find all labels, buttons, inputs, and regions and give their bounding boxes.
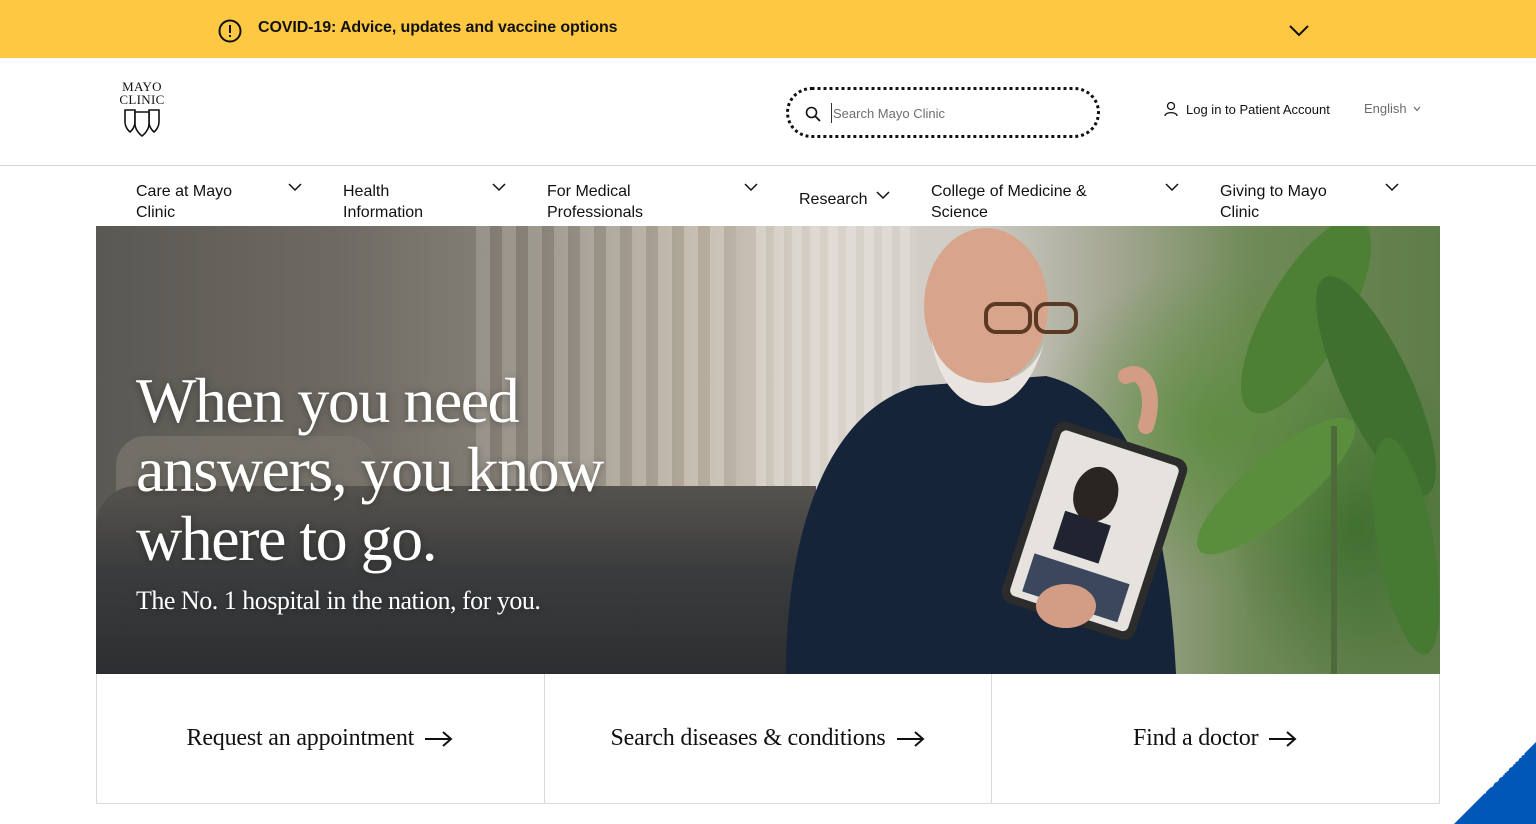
- arrow-right-icon: [425, 730, 453, 747]
- chevron-down-icon[interactable]: [492, 183, 506, 192]
- language-selector[interactable]: English: [1364, 101, 1421, 116]
- exclamation-circle-icon: [218, 19, 242, 43]
- mayo-clinic-logo[interactable]: MAYO CLINIC: [112, 80, 172, 140]
- logo-text-line2: CLINIC: [119, 92, 165, 107]
- chevron-down-icon[interactable]: [1385, 183, 1399, 192]
- nav-item-health-information[interactable]: Health Information: [343, 181, 463, 223]
- quick-link-label: Find a doctor: [1132, 725, 1259, 751]
- login-label: Log in to Patient Account: [1186, 101, 1330, 117]
- search-diseases-conditions-link[interactable]: Search diseases & conditions: [545, 674, 993, 803]
- search-input[interactable]: [831, 103, 1071, 123]
- quick-link-label: Search diseases & conditions: [610, 725, 886, 751]
- arrow-right-icon: [1269, 730, 1297, 747]
- hero-person-image: [786, 228, 1188, 674]
- hero-title: When you need answers, you know where to…: [136, 365, 604, 574]
- find-a-doctor-link[interactable]: Find a doctor: [992, 674, 1439, 803]
- login-link[interactable]: Log in to Patient Account: [1164, 101, 1330, 117]
- hero-subtitle: The No. 1 hospital in the nation, for yo…: [136, 586, 541, 615]
- triple-shield-icon: [124, 109, 160, 137]
- chevron-down-icon[interactable]: [1288, 22, 1310, 38]
- hero-banner: When you need answers, you know where to…: [96, 226, 1440, 674]
- chevron-down-icon[interactable]: [288, 183, 302, 192]
- main-navigation: Care at Mayo Clinic Health Information F…: [0, 166, 1536, 226]
- covid-alert-banner[interactable]: COVID-19: Advice, updates and vaccine op…: [0, 0, 1536, 58]
- search-box[interactable]: [786, 87, 1100, 138]
- alert-text[interactable]: COVID-19: Advice, updates and vaccine op…: [258, 19, 618, 37]
- nav-item-care-at-mayo-clinic[interactable]: Care at Mayo Clinic: [136, 181, 266, 223]
- chevron-down-icon[interactable]: [1165, 183, 1179, 192]
- language-label: English: [1364, 101, 1407, 116]
- nav-item-college-of-medicine-science[interactable]: College of Medicine & Science: [931, 181, 1131, 223]
- nav-item-research[interactable]: Research: [799, 189, 879, 210]
- quick-links: Request an appointment Search diseases &…: [96, 674, 1440, 804]
- chevron-down-icon[interactable]: [876, 191, 890, 200]
- arrow-right-icon: [896, 730, 925, 747]
- search-icon[interactable]: [805, 106, 821, 122]
- nav-item-for-medical-professionals[interactable]: For Medical Professionals: [547, 181, 677, 223]
- chevron-down-icon: [1413, 106, 1421, 111]
- nav-item-giving-to-mayo-clinic[interactable]: Giving to Mayo Clinic: [1220, 181, 1350, 223]
- user-icon: [1164, 101, 1178, 117]
- chevron-down-icon[interactable]: [744, 183, 758, 192]
- quick-link-label: Request an appointment: [186, 725, 415, 751]
- site-header: MAYO CLINIC Log in to Patient Account En…: [0, 58, 1536, 166]
- request-appointment-link[interactable]: Request an appointment: [97, 674, 545, 803]
